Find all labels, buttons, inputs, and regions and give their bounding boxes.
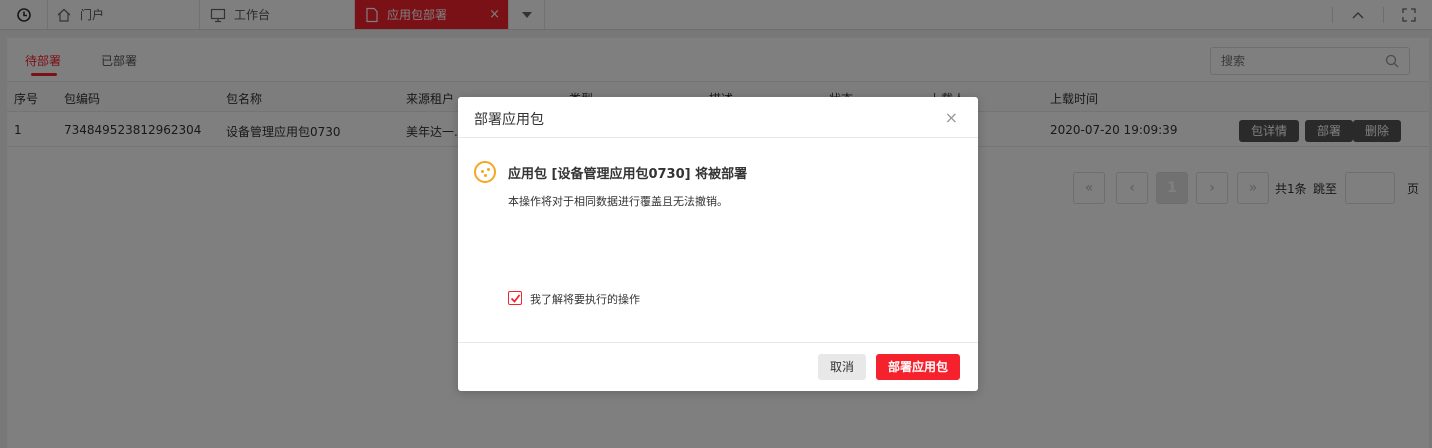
close-icon[interactable]: × bbox=[945, 108, 958, 127]
confirm-checkbox-label[interactable]: 我了解将要执行的操作 bbox=[530, 291, 640, 307]
dialog-title: 部署应用包 bbox=[474, 112, 544, 128]
confirm-checkbox[interactable] bbox=[508, 291, 522, 305]
dialog-header: 部署应用包 × bbox=[458, 97, 978, 138]
deploy-dialog: 部署应用包 × 应用包 [设备管理应用包0730] 将被部署 本操作将对于相同数… bbox=[458, 97, 978, 391]
check-icon bbox=[510, 294, 521, 303]
dialog-message: 应用包 [设备管理应用包0730] 将被部署 bbox=[508, 167, 748, 182]
warning-icon bbox=[474, 161, 496, 183]
dialog-footer: 取消 部署应用包 bbox=[458, 342, 978, 391]
deploy-package-button[interactable]: 部署应用包 bbox=[876, 354, 960, 380]
dialog-sub-message: 本操作将对于相同数据进行覆盖且无法撤销。 bbox=[508, 195, 728, 208]
cancel-button[interactable]: 取消 bbox=[818, 354, 866, 380]
